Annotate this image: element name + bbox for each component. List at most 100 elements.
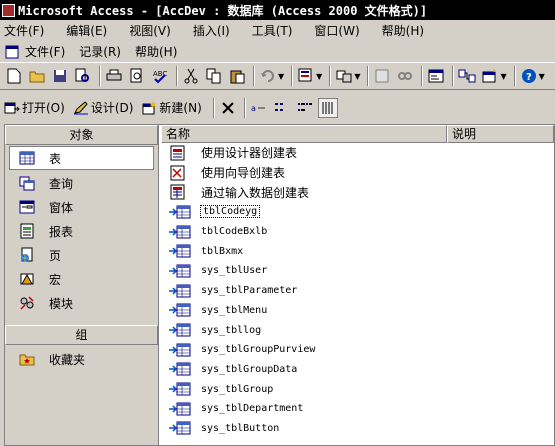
groups-header[interactable]: 组 xyxy=(5,325,158,345)
toolbar-separator xyxy=(452,66,455,86)
object-type-label: 页 xyxy=(49,248,62,263)
linked-table-icon xyxy=(169,225,191,239)
menu-view[interactable]: 视图(V) xyxy=(129,22,171,39)
menu-file[interactable]: 文件(F) xyxy=(4,22,44,39)
open-button-label: 打开(O) xyxy=(22,101,65,115)
object-type-forms[interactable]: 窗体 xyxy=(5,195,158,219)
doc-menu-help[interactable]: 帮助(H) xyxy=(135,43,177,60)
access-app-icon xyxy=(2,3,15,17)
menu-tools[interactable]: 工具(T) xyxy=(252,22,293,39)
search-file-icon[interactable] xyxy=(73,66,93,86)
code-icon[interactable] xyxy=(372,66,392,86)
details-view-icon[interactable] xyxy=(317,97,338,118)
menu-insert[interactable]: 插入(I) xyxy=(193,22,230,39)
open-folder-icon[interactable] xyxy=(27,66,47,86)
paste-icon[interactable] xyxy=(227,66,247,86)
create-table-wizard[interactable]: 使用向导创建表 xyxy=(169,163,554,183)
relationships-icon[interactable] xyxy=(457,66,477,86)
object-type-macros[interactable]: 宏 xyxy=(5,267,158,291)
table-name: sys_tblUser xyxy=(201,265,268,277)
table-name: sys_tblButton xyxy=(201,422,280,434)
table-row[interactable]: sys_tblParameter xyxy=(169,281,554,301)
analyze-icon[interactable] xyxy=(334,66,354,86)
table-row[interactable]: sys_tblGroupPurview xyxy=(169,340,554,360)
doc-menu-file[interactable]: 文件(F) xyxy=(25,43,65,60)
form-icon xyxy=(19,200,35,214)
design-view-wizard-icon xyxy=(170,145,185,161)
office-links-icon[interactable] xyxy=(296,66,316,86)
datasheet-entry-icon xyxy=(170,184,185,200)
new-object-dropdown-icon[interactable]: ▼ xyxy=(500,72,506,81)
menu-window[interactable]: 窗口(W) xyxy=(314,22,359,39)
print-icon[interactable] xyxy=(104,66,124,86)
table-row[interactable]: sys_tblGroupData xyxy=(169,360,554,380)
script-icon[interactable] xyxy=(395,66,415,86)
linked-table-icon xyxy=(169,421,191,435)
help-dropdown-icon[interactable]: ▼ xyxy=(539,72,545,81)
table-icon xyxy=(19,151,35,165)
object-type-pages[interactable]: 页 xyxy=(5,243,158,267)
group-favorites[interactable]: 收藏夹 xyxy=(5,347,158,371)
table-row[interactable]: sys_tblMenu xyxy=(169,301,554,321)
macro-icon xyxy=(20,273,34,285)
undo-icon[interactable] xyxy=(258,66,278,86)
menu-help[interactable]: 帮助(H) xyxy=(382,22,424,39)
design-button[interactable]: 设计(D) xyxy=(73,99,133,116)
favorites-folder-icon xyxy=(19,354,35,366)
doc-menu-records[interactable]: 记录(R) xyxy=(79,43,121,60)
cut-icon[interactable] xyxy=(181,66,201,86)
object-type-modules[interactable]: 模块 xyxy=(5,291,158,315)
column-header-description[interactable]: 说明 xyxy=(447,125,554,143)
table-row[interactable]: sys_tblGroup xyxy=(169,379,554,399)
linked-table-icon xyxy=(169,244,191,258)
table-row[interactable]: tblBxmx xyxy=(169,241,554,261)
object-type-label: 宏 xyxy=(49,272,62,287)
linked-table-icon xyxy=(169,323,191,337)
help-icon[interactable]: ? xyxy=(519,66,539,86)
open-button[interactable]: 打开(O) xyxy=(4,99,65,116)
table-name: tblCodeBxlb xyxy=(201,226,268,238)
new-object-icon[interactable] xyxy=(480,66,500,86)
database-window-toolbar: 打开(O) 设计(D) 新建(N) a xyxy=(0,94,555,121)
analyze-dropdown-icon[interactable]: ▼ xyxy=(354,72,360,81)
table-row[interactable]: sys_tblButton xyxy=(169,419,554,439)
standard-toolbar: ABC ▼ ▼ ▼ ▼ ? ▼ xyxy=(0,62,555,90)
design-icon xyxy=(73,100,88,114)
shortcut-label: 通过输入数据创建表 xyxy=(201,185,310,200)
linked-table-icon xyxy=(169,205,191,219)
list-header: 名称 说明 xyxy=(161,125,554,143)
object-type-tables[interactable]: 表 xyxy=(9,146,154,170)
office-links-dropdown-icon[interactable]: ▼ xyxy=(316,72,322,81)
create-table-enter-data[interactable]: 通过输入数据创建表 xyxy=(169,182,554,202)
table-row[interactable]: tblCodeBxlb xyxy=(169,222,554,242)
spelling-icon[interactable]: ABC xyxy=(150,66,170,86)
column-header-name[interactable]: 名称 xyxy=(161,125,447,143)
copy-icon[interactable] xyxy=(204,66,224,86)
large-icons-view-icon[interactable]: a xyxy=(249,98,269,118)
table-row[interactable]: sys_tbllog xyxy=(169,320,554,340)
list-view-icon[interactable] xyxy=(295,98,315,118)
save-icon[interactable] xyxy=(50,66,70,86)
objects-header[interactable]: 对象 xyxy=(5,125,158,145)
object-type-label: 模块 xyxy=(49,296,74,311)
table-row[interactable]: sys_tblDepartment xyxy=(169,399,554,419)
new-file-icon[interactable] xyxy=(4,66,24,86)
toolbar-separator xyxy=(421,66,424,86)
undo-dropdown-icon[interactable]: ▼ xyxy=(278,72,284,81)
object-type-reports[interactable]: 报表 xyxy=(5,219,158,243)
object-type-queries[interactable]: 查询 xyxy=(5,171,158,195)
table-row[interactable]: tblCodeyg xyxy=(169,202,554,222)
linked-table-icon xyxy=(169,343,191,357)
toolbar-separator xyxy=(176,66,178,86)
properties-icon[interactable] xyxy=(426,66,446,86)
create-table-design-view[interactable]: 使用设计器创建表 xyxy=(169,143,554,163)
print-preview-icon[interactable] xyxy=(127,66,147,86)
delete-icon[interactable] xyxy=(218,98,238,118)
toolbar-separator xyxy=(243,97,246,118)
table-row[interactable]: sys_tblUser xyxy=(169,261,554,281)
object-type-label: 窗体 xyxy=(49,200,74,215)
new-button[interactable]: 新建(N) xyxy=(141,99,202,116)
small-icons-view-icon[interactable] xyxy=(272,98,292,118)
window-title: Microsoft Access - [AccDev : 数据库 (Access… xyxy=(18,3,428,18)
menu-edit[interactable]: 编辑(E) xyxy=(66,22,107,39)
